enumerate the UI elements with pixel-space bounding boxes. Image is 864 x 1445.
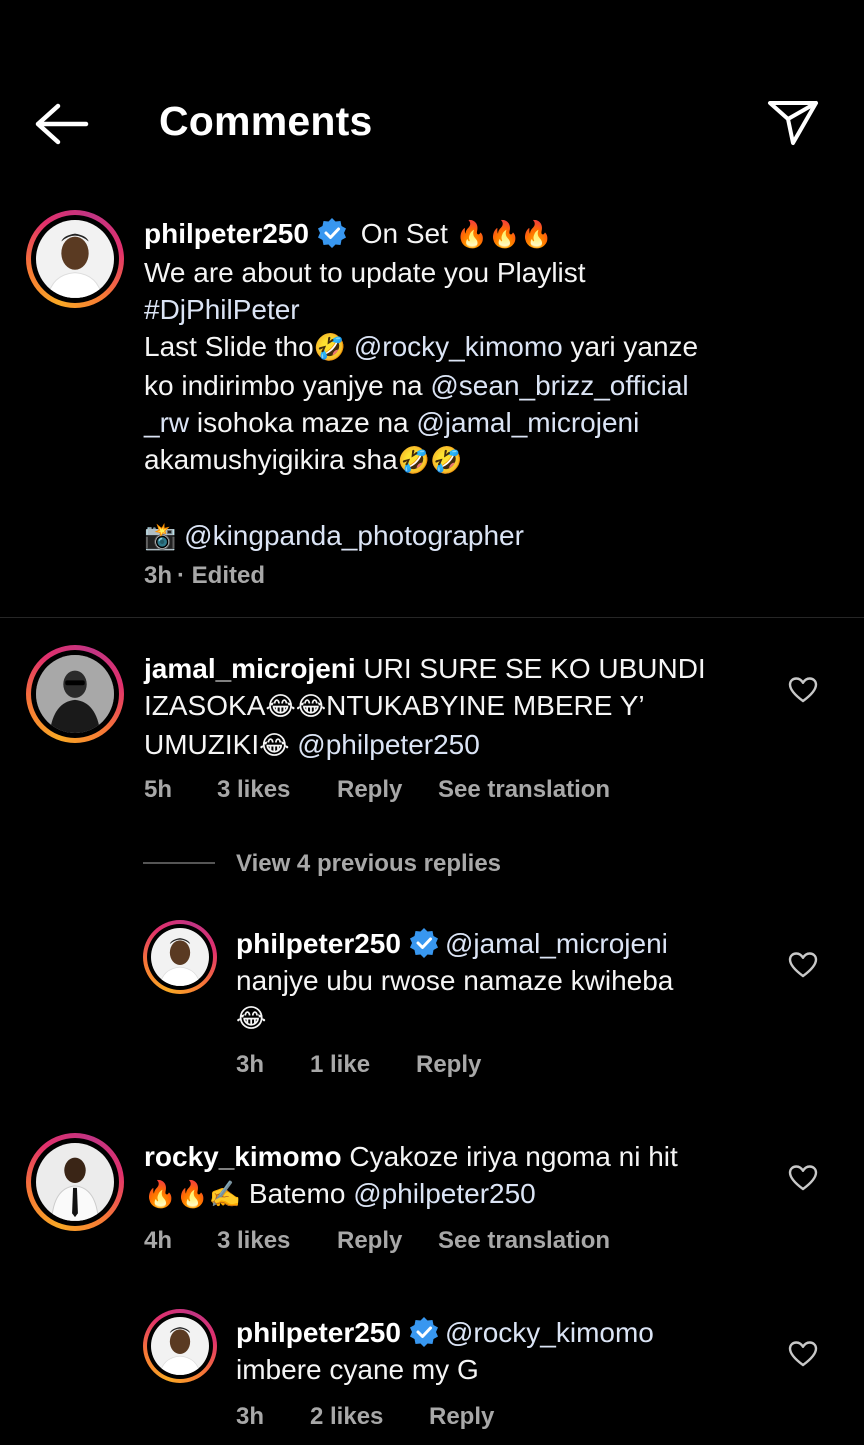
comment-body: Cyakoze iriya ngoma ni hit xyxy=(341,1141,678,1172)
comment-body: Batemo xyxy=(241,1178,354,1209)
laughing-emoji: 😂😂 xyxy=(265,692,327,722)
comment-text: rocky_kimomo Cyakoze iriya ngoma ni hit … xyxy=(144,1138,764,1214)
reply-button[interactable]: Reply xyxy=(337,1227,402,1255)
heart-icon xyxy=(788,952,818,978)
comment-meta: 5h 3 likes Reply See translation xyxy=(144,776,744,806)
comment-body: UMUZIKI xyxy=(144,729,260,760)
profile-photo xyxy=(36,655,114,733)
reply-meta: 3h 2 likes Reply xyxy=(236,1403,636,1433)
comment-body: URI SURE SE KO UBUNDI xyxy=(355,653,706,684)
mention-link[interactable]: @sean_brizz_official xyxy=(430,370,688,401)
likes-count[interactable]: 2 likes xyxy=(310,1403,383,1431)
likes-count[interactable]: 1 like xyxy=(310,1051,370,1079)
reply-text: philpeter250 @rocky_kimomo imbere cyane m… xyxy=(236,1314,756,1388)
comment-body: NTUKABYINE MBERE Y’ xyxy=(326,690,645,721)
camera-emoji: 📸 xyxy=(144,522,177,552)
mention-link[interactable]: @rocky_kimomo xyxy=(445,1317,654,1348)
reply-button[interactable]: Reply xyxy=(429,1403,494,1431)
avatar[interactable] xyxy=(26,1133,124,1231)
reply-button[interactable]: Reply xyxy=(337,776,402,804)
profile-photo xyxy=(151,928,209,986)
verified-badge-icon xyxy=(317,218,347,248)
reply-meta: 3h 1 like Reply xyxy=(236,1051,636,1081)
profile-photo xyxy=(151,1317,209,1375)
reply-button[interactable]: Reply xyxy=(416,1051,481,1079)
laughing-emoji: 🤣 xyxy=(313,333,347,363)
likes-count[interactable]: 3 likes xyxy=(217,776,290,804)
reply-username[interactable]: philpeter250 xyxy=(236,1317,401,1348)
comment-username[interactable]: jamal_microjeni xyxy=(144,653,356,684)
comment-body: IZASOKA xyxy=(144,690,266,721)
back-button[interactable] xyxy=(30,98,92,150)
post-time: 3h xyxy=(144,562,173,589)
verified-badge-icon xyxy=(409,1317,439,1347)
caption-text: akamushyigikira sha xyxy=(144,444,398,475)
like-button[interactable] xyxy=(788,676,818,704)
arrow-left-icon xyxy=(35,103,89,145)
see-translation-button[interactable]: See translation xyxy=(438,1227,610,1255)
like-button[interactable] xyxy=(788,1340,818,1368)
verified-badge-icon xyxy=(409,928,439,958)
comment-text: jamal_microjeni URI SURE SE KO UBUNDI IZ… xyxy=(144,650,764,765)
avatar[interactable] xyxy=(26,645,124,743)
reply-time: 3h xyxy=(236,1051,265,1078)
comments-screen: Comments philpeter250 On Set 🔥🔥🔥 We are … xyxy=(0,0,864,1445)
caption-text: Last Slide tho xyxy=(144,331,314,362)
mention-link[interactable]: @jamal_microjeni xyxy=(445,928,668,959)
mention-link[interactable]: @philpeter250 xyxy=(297,729,480,760)
mention-link[interactable]: @kingpanda_photographer xyxy=(184,520,524,551)
avatar[interactable] xyxy=(26,210,124,308)
reply-body: imbere cyane my G xyxy=(236,1354,479,1385)
caption-text: ko indirimbo yanjye na xyxy=(144,370,431,401)
laughing-emoji: 😂 xyxy=(236,1004,267,1034)
laughing-emoji: 😂 xyxy=(259,731,290,761)
comment-meta: 4h 3 likes Reply See translation xyxy=(144,1227,744,1257)
post-username[interactable]: philpeter250 xyxy=(144,218,309,249)
mention-link[interactable]: @jamal_microjeni xyxy=(416,407,639,438)
post-edited: · Edited xyxy=(177,562,265,589)
heart-icon xyxy=(788,1165,818,1191)
caption-text: We are about to update you Playlist xyxy=(144,257,586,288)
page-title: Comments xyxy=(159,98,373,144)
avatar[interactable] xyxy=(143,1309,217,1383)
profile-photo xyxy=(36,1143,114,1221)
profile-photo xyxy=(36,220,114,298)
comment-time: 5h xyxy=(144,776,173,803)
header: Comments xyxy=(0,0,864,200)
view-replies-label: View 4 previous replies xyxy=(236,850,502,877)
avatar[interactable] xyxy=(143,920,217,994)
fire-writing-emoji: 🔥🔥✍️ xyxy=(144,1180,242,1210)
replies-line xyxy=(143,862,215,864)
laughing-emoji: 🤣🤣 xyxy=(397,446,463,476)
like-button[interactable] xyxy=(788,1164,818,1192)
caption-text: isohoka maze na xyxy=(189,407,417,438)
heart-icon xyxy=(788,1341,818,1367)
see-translation-button[interactable]: See translation xyxy=(438,776,610,804)
fire-emoji: 🔥🔥🔥 xyxy=(455,220,553,250)
like-button[interactable] xyxy=(788,951,818,979)
hashtag-link[interactable]: #DjPhilPeter xyxy=(144,294,300,325)
caption-text: yari yanze xyxy=(562,331,699,362)
reply-username[interactable]: philpeter250 xyxy=(236,928,401,959)
reply-text: philpeter250 @jamal_microjeni nanjye ubu … xyxy=(236,925,756,1038)
reply-body: nanjye ubu rwose namaze kwiheba xyxy=(236,965,674,996)
post-caption: philpeter250 On Set 🔥🔥🔥 We are about to … xyxy=(144,215,784,556)
comment-username[interactable]: rocky_kimomo xyxy=(144,1141,342,1172)
paper-plane-icon xyxy=(768,101,818,145)
heart-icon xyxy=(788,677,818,703)
comment-time: 4h xyxy=(144,1227,173,1254)
caption-text: On Set xyxy=(352,218,456,249)
divider xyxy=(0,617,864,618)
reply-time: 3h xyxy=(236,1403,265,1430)
mention-link[interactable]: @philpeter250 xyxy=(353,1178,536,1209)
likes-count[interactable]: 3 likes xyxy=(217,1227,290,1255)
share-button[interactable] xyxy=(766,98,820,148)
mention-link[interactable]: @rocky_kimomo xyxy=(354,331,563,362)
mention-link-continued[interactable]: _rw xyxy=(144,407,189,438)
